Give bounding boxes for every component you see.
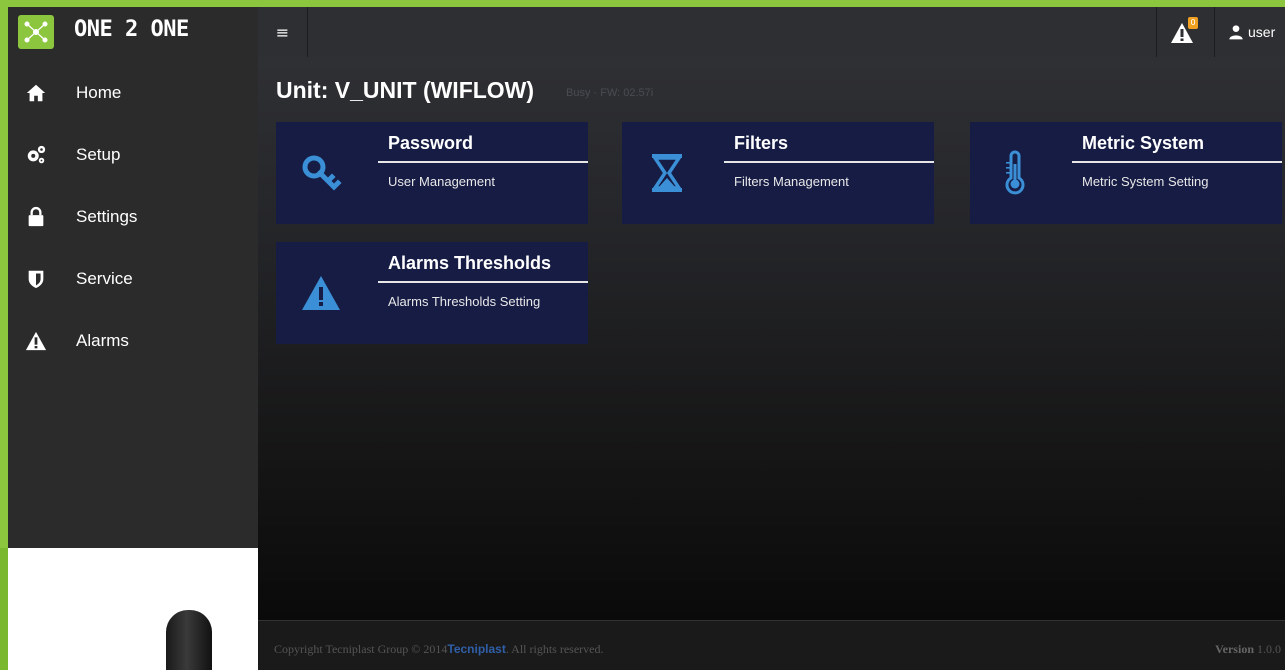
device-background bbox=[8, 548, 258, 670]
sidebar-item-home[interactable]: Home bbox=[8, 67, 258, 119]
divider bbox=[1214, 7, 1215, 57]
warning-icon bbox=[24, 329, 48, 353]
top-bar: ≡ 0 user bbox=[258, 7, 1285, 57]
sidebar-item-alarms[interactable]: Alarms bbox=[8, 315, 258, 367]
sidebar-item-label: Settings bbox=[76, 207, 138, 226]
home-icon bbox=[24, 81, 48, 105]
tile-title: Metric System bbox=[1082, 133, 1205, 153]
shield-icon bbox=[24, 267, 48, 291]
sidebar-item-label: Setup bbox=[76, 145, 121, 164]
unit-status: Busy · FW: 02.57i bbox=[566, 87, 654, 99]
warning-icon bbox=[298, 270, 344, 316]
gears-icon bbox=[24, 143, 48, 167]
divider bbox=[378, 281, 588, 283]
sidebar-item-label: Service bbox=[76, 269, 133, 288]
sidebar-item-label: Home bbox=[76, 83, 122, 102]
menu-toggle-button[interactable]: ≡ bbox=[258, 7, 308, 57]
divider bbox=[378, 161, 588, 163]
sidebar-item-label: Alarms bbox=[76, 331, 129, 350]
tile-description: Filters Management bbox=[734, 174, 849, 189]
tile-metric-system[interactable]: Metric System Metric System Setting bbox=[970, 122, 1282, 224]
company-link[interactable]: Tecniplast bbox=[447, 642, 505, 656]
tile-alarms-thresholds[interactable]: Alarms Thresholds Alarms Thresholds Sett… bbox=[276, 242, 588, 344]
copyright-text: Copyright Tecniplast Group © 2014Tecnipl… bbox=[274, 642, 604, 657]
main-content: Unit: V_UNIT (WIFLOW) Busy · FW: 02.57i … bbox=[258, 57, 1285, 620]
footer: Copyright Tecniplast Group © 2014Tecnipl… bbox=[258, 620, 1285, 670]
tile-title: Password bbox=[388, 133, 474, 153]
logo-icon bbox=[18, 15, 54, 49]
sidebar-item-settings[interactable]: Settings bbox=[8, 191, 258, 243]
version-info: Version 1.0.0 bbox=[1215, 642, 1281, 657]
device-frame bbox=[0, 548, 8, 670]
brand[interactable]: ONE 2 ONE bbox=[8, 7, 258, 57]
device-antenna bbox=[166, 610, 212, 670]
tile-description: User Management bbox=[388, 174, 495, 189]
alarm-notification-button[interactable]: 0 bbox=[1168, 17, 1198, 47]
tile-description: Metric System Setting bbox=[1082, 174, 1209, 189]
version-label: Version bbox=[1215, 642, 1254, 656]
lock-icon bbox=[24, 205, 48, 229]
divider bbox=[307, 7, 308, 57]
key-icon bbox=[298, 150, 344, 196]
page-title: Unit: V_UNIT (WIFLOW) bbox=[276, 77, 535, 103]
copyright-label: Copyright Tecniplast Group © 2014 bbox=[274, 642, 448, 656]
version-number: 1.0.0 bbox=[1257, 642, 1281, 656]
brand-name: ONE 2 ONE bbox=[74, 17, 189, 42]
sidebar-item-service[interactable]: Service bbox=[8, 253, 258, 305]
tile-filters[interactable]: Filters Filters Management bbox=[622, 122, 934, 224]
sidebar: ONE 2 ONE Home Setup Settings Service Al… bbox=[8, 7, 258, 548]
thermometer-icon bbox=[992, 150, 1038, 196]
tile-title: Filters bbox=[734, 133, 789, 153]
divider bbox=[724, 161, 934, 163]
user-name: user bbox=[1248, 24, 1276, 40]
tile-password[interactable]: Password User Management bbox=[276, 122, 588, 224]
divider bbox=[1072, 161, 1282, 163]
user-icon bbox=[1229, 25, 1243, 40]
tile-description: Alarms Thresholds Setting bbox=[388, 294, 541, 309]
sidebar-item-setup[interactable]: Setup bbox=[8, 129, 258, 181]
hourglass-icon bbox=[644, 150, 690, 196]
tile-title: Alarms Thresholds bbox=[388, 253, 552, 273]
user-menu-button[interactable]: user bbox=[1228, 7, 1275, 57]
divider bbox=[1156, 7, 1157, 57]
rights-text: . All rights reserved. bbox=[505, 642, 604, 656]
alarm-count-badge: 0 bbox=[1188, 17, 1198, 29]
